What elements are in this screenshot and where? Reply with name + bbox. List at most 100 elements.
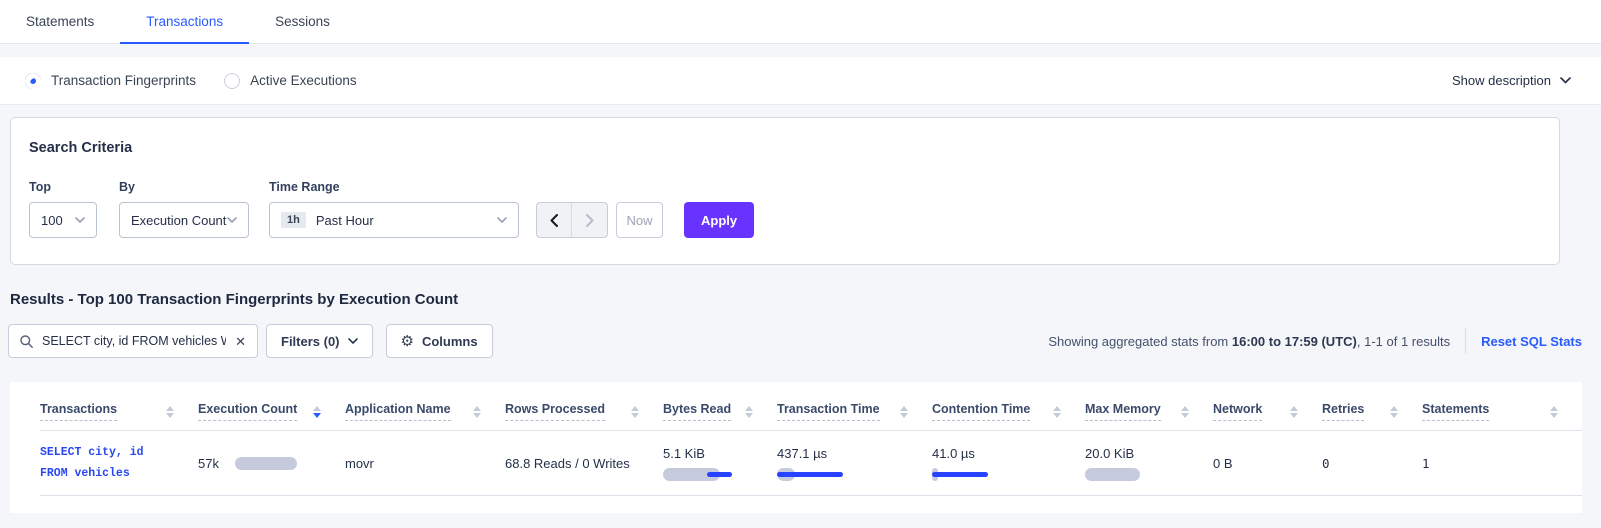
radio-unselected-icon[interactable] (224, 73, 240, 89)
bytes-read-value: 5.1 KiB (663, 446, 753, 461)
cell-max-memory: 20.0 KiB (1085, 446, 1213, 481)
top-field-group: Top 100 (29, 180, 97, 238)
chevron-down-icon (348, 338, 358, 344)
cell-transaction-time: 437.1 µs (777, 446, 932, 481)
column-header-contention-time[interactable]: Contention Time (932, 402, 1085, 421)
apply-button[interactable]: Apply (684, 202, 754, 238)
sql-search-box[interactable]: ✕ (8, 324, 258, 358)
cell-execution-count: 57k (198, 456, 345, 471)
cell-rows-processed: 68.8 Reads / 0 Writes (505, 456, 663, 471)
column-header-execution-count[interactable]: Execution Count (198, 402, 345, 421)
cell-contention-time: 41.0 µs (932, 446, 1085, 481)
sort-icon[interactable] (166, 406, 174, 418)
search-criteria-panel: Search Criteria Top 100 By Execution Cou… (10, 117, 1560, 265)
cell-statements: 1 (1422, 456, 1582, 471)
column-header-transaction-time[interactable]: Transaction Time (777, 402, 932, 421)
columns-button[interactable]: ⚙ Columns (386, 324, 493, 358)
stats-prefix: Showing aggregated stats from (1048, 334, 1232, 349)
sort-icon[interactable] (745, 406, 753, 418)
aggregated-stats-text: Showing aggregated stats from 16:00 to 1… (1048, 334, 1450, 349)
cell-transaction-fingerprint: SELECT city, id FROM vehicles (40, 442, 198, 484)
time-range-badge: 1h (281, 212, 306, 228)
reset-sql-stats-link[interactable]: Reset SQL Stats (1481, 334, 1582, 349)
column-header-network[interactable]: Network (1213, 402, 1322, 421)
search-criteria-title: Search Criteria (29, 140, 1541, 156)
sort-icon[interactable] (1053, 406, 1061, 418)
prev-time-range-button[interactable] (537, 203, 572, 237)
column-label: Retries (1322, 402, 1364, 421)
sort-icon[interactable] (1181, 406, 1189, 418)
filters-button[interactable]: Filters (0) (266, 324, 373, 358)
column-header-retries[interactable]: Retries (1322, 402, 1422, 421)
now-button[interactable]: Now (616, 202, 663, 238)
max-memory-bar-group: 20.0 KiB (1085, 446, 1189, 481)
show-description-toggle[interactable]: Show description (1452, 73, 1571, 88)
bytes-read-bar-group: 5.1 KiB (663, 446, 753, 481)
stats-time-range: 16:00 to 17:59 (UTC) (1232, 334, 1357, 349)
cell-retries: 0 (1322, 456, 1422, 471)
time-range-step-control (536, 202, 608, 238)
max-memory-value: 20.0 KiB (1085, 446, 1189, 461)
chevron-right-icon (586, 214, 594, 227)
top-select[interactable]: 100 (29, 202, 97, 238)
column-label: Transactions (40, 402, 117, 421)
contention-time-stddev-line (932, 472, 988, 477)
transaction-fingerprint-link[interactable]: SELECT city, id FROM vehicles (40, 442, 174, 484)
column-header-max-memory[interactable]: Max Memory (1085, 402, 1213, 421)
execution-count-bar (235, 457, 297, 470)
cell-application-name: movr (345, 456, 505, 471)
chevron-left-icon (550, 214, 558, 227)
search-criteria-form: Top 100 By Execution Count Time Range 1h… (29, 180, 1541, 238)
by-field-group: By Execution Count (119, 180, 249, 238)
radio-label: Transaction Fingerprints (51, 73, 196, 88)
column-label: Rows Processed (505, 402, 605, 421)
sort-icon[interactable] (1550, 406, 1558, 418)
tab-statements[interactable]: Statements (0, 0, 120, 43)
page-tabbar: Statements Transactions Sessions (0, 0, 1601, 44)
tab-sessions[interactable]: Sessions (249, 0, 356, 43)
radio-label: Active Executions (250, 73, 357, 88)
chevron-down-icon (227, 217, 237, 223)
radio-selected-icon[interactable] (25, 73, 41, 89)
column-header-transactions[interactable]: Transactions (40, 402, 198, 421)
transaction-time-stddev-line (777, 472, 843, 477)
gear-icon: ⚙ (401, 332, 414, 350)
sort-icon[interactable] (900, 406, 908, 418)
column-header-rows-processed[interactable]: Rows Processed (505, 402, 663, 421)
results-toolbar: ✕ Filters (0) ⚙ Columns Showing aggregat… (8, 324, 1582, 358)
time-range-select[interactable]: 1h Past Hour (269, 202, 519, 238)
search-icon (20, 335, 33, 348)
column-header-bytes-read[interactable]: Bytes Read (663, 402, 777, 421)
view-toggle-row: Transaction Fingerprints Active Executio… (0, 57, 1601, 105)
transaction-time-bar-group: 437.1 µs (777, 446, 908, 481)
time-range-label: Time Range (269, 180, 519, 194)
time-range-value: Past Hour (316, 213, 497, 228)
time-range-field-group: Time Range 1h Past Hour (269, 180, 519, 238)
by-select-value: Execution Count (131, 213, 227, 228)
sort-icon[interactable] (473, 406, 481, 418)
stats-suffix: , 1-1 of 1 results (1357, 334, 1450, 349)
table-header-row: Transactions Execution Count Application… (40, 392, 1582, 431)
columns-label: Columns (422, 334, 478, 349)
by-select[interactable]: Execution Count (119, 202, 249, 238)
top-select-value: 100 (41, 213, 75, 228)
sort-icon-active-desc[interactable] (313, 406, 321, 418)
search-input[interactable] (42, 334, 226, 348)
radio-transaction-fingerprints[interactable]: Transaction Fingerprints (25, 73, 196, 89)
column-header-statements[interactable]: Statements (1422, 402, 1582, 421)
column-label: Network (1213, 402, 1262, 421)
sort-icon[interactable] (631, 406, 639, 418)
by-label: By (119, 180, 249, 194)
table-row: SELECT city, id FROM vehicles 57k movr 6… (40, 431, 1582, 496)
chevron-down-icon (1560, 77, 1571, 84)
sort-icon[interactable] (1290, 406, 1298, 418)
tab-transactions[interactable]: Transactions (120, 0, 249, 43)
view-radio-group: Transaction Fingerprints Active Executio… (25, 73, 357, 89)
radio-active-executions[interactable]: Active Executions (224, 73, 357, 89)
next-time-range-button[interactable] (572, 203, 607, 237)
sort-icon[interactable] (1390, 406, 1398, 418)
clear-search-icon[interactable]: ✕ (235, 335, 246, 348)
toolbar-divider (1465, 328, 1466, 354)
column-header-application-name[interactable]: Application Name (345, 402, 505, 421)
top-label: Top (29, 180, 97, 194)
